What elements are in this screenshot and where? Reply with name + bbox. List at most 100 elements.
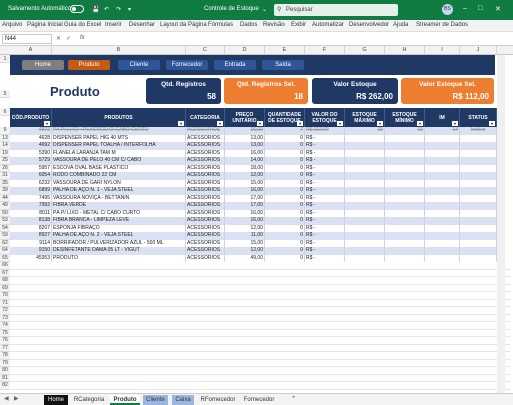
cell-min[interactable] — [385, 164, 425, 172]
cell-cat[interactable]: ACESSÓRIOS — [186, 187, 225, 195]
cell-prod[interactable]: DISPENSER PAPEL HIG 40 MTS — [52, 134, 186, 142]
cell-prod[interactable]: DESINFETANTE DAMA 05 LT - VIGUT — [52, 247, 186, 255]
nav-button-cliente[interactable]: Cliente — [118, 60, 160, 70]
cell-cat[interactable]: ACESSÓRIOS — [186, 217, 225, 225]
cell-preco[interactable]: 15,00 — [225, 239, 265, 247]
cell-im[interactable] — [425, 142, 460, 150]
nav-button-fornecedor[interactable]: Fornecedor — [166, 60, 208, 70]
cell-status[interactable] — [460, 164, 497, 172]
row-header[interactable]: 50 — [0, 209, 10, 217]
cell-min[interactable] — [385, 172, 425, 180]
cell-max[interactable] — [345, 224, 385, 232]
cell-status[interactable] — [460, 157, 497, 165]
cell-val[interactable]: R$ - — [305, 134, 345, 142]
cell-cat[interactable]: ACESSÓRIOS — [186, 157, 225, 165]
menu-revis-o[interactable]: Revisão — [263, 22, 285, 28]
table-row[interactable]: 6899 PALHA DE AÇO N. 1 - VEJA STEEL ACESSÓ… — [10, 187, 497, 195]
table-row[interactable]: 8011 PÁ P/ LIXO - METAL C/ CABO CURTO ACES… — [10, 209, 497, 217]
cell-cat[interactable]: ACESSÓRIOS — [186, 194, 225, 202]
table-row[interactable]: 9114 BORRIFADOR / PULVERIZADOR AZUL - 500… — [10, 239, 497, 247]
filter-dropdown-icon[interactable]: ▾ — [44, 121, 50, 126]
doc-title-chevron-icon[interactable]: ⌄ — [262, 6, 267, 13]
cell-val[interactable]: R$ - — [305, 172, 345, 180]
cell-max[interactable] — [345, 187, 385, 195]
row-header[interactable]: 69 — [0, 284, 10, 292]
table-row[interactable]: 6232 VASSOURA DE GARI NYLON ACESSÓRIOS 15,0… — [10, 179, 497, 187]
cell-preco[interactable]: 12,00 — [225, 224, 265, 232]
cell-cod[interactable]: 4872 — [10, 127, 52, 135]
cell-qtd[interactable]: 0 — [265, 232, 305, 240]
cell-im[interactable] — [425, 172, 460, 180]
cell-cat[interactable]: ACESSÓRIOS — [186, 202, 225, 210]
cell-im[interactable] — [425, 194, 460, 202]
row-header[interactable]: 64 — [0, 247, 10, 255]
column-header-c[interactable]: C — [186, 46, 225, 55]
table-row[interactable]: 7495 VASSOURA NOVIÇA - BETTANIN ACESSÓRIOS… — [10, 194, 497, 202]
row-header[interactable]: 49 — [0, 202, 10, 210]
table-row[interactable]: 9150 DESINFETANTE DAMA 05 LT - VIGUT ACESS… — [10, 247, 497, 255]
cell-im[interactable] — [425, 254, 460, 262]
cell-max[interactable] — [345, 232, 385, 240]
row-header[interactable]: 5 — [0, 90, 10, 98]
filter-dropdown-icon[interactable]: ▾ — [297, 121, 303, 126]
cell-prod[interactable]: VASSOURA DE GARI NYLON — [52, 179, 186, 187]
cell-cat[interactable]: ACESSÓRIOS — [186, 209, 225, 217]
cell-status[interactable] — [460, 172, 497, 180]
cell-cod[interactable]: 7495 — [10, 194, 52, 202]
sheet-tab-produto[interactable]: Produto — [110, 395, 140, 405]
row-header[interactable]: 54 — [0, 224, 10, 232]
cell-qtd[interactable]: 0 — [265, 224, 305, 232]
row-header[interactable]: 70 — [0, 292, 10, 300]
empty-row[interactable] — [10, 360, 510, 367]
cell-qtd[interactable]: 0 — [265, 179, 305, 187]
filter-dropdown-icon[interactable]: ▾ — [417, 121, 423, 126]
table-row[interactable]: 4872 PÁ P/ LIXO - PLASTICO C/ CABO CURTO A… — [10, 127, 497, 135]
row-header[interactable]: 68 — [0, 277, 10, 285]
row-header[interactable]: 66 — [0, 262, 10, 270]
add-sheet-icon[interactable]: + — [292, 395, 296, 401]
filter-dropdown-icon[interactable]: ▾ — [452, 121, 458, 126]
cell-cat[interactable]: ACESSÓRIOS — [186, 232, 225, 240]
cell-qtd[interactable]: 0 — [265, 217, 305, 225]
cell-preco[interactable]: 15,00 — [225, 179, 265, 187]
cell-im[interactable] — [425, 232, 460, 240]
empty-row[interactable] — [10, 375, 510, 382]
cell-im[interactable] — [425, 149, 460, 157]
cell-preco[interactable]: 18,00 — [225, 164, 265, 172]
row-header[interactable]: 73 — [0, 314, 10, 322]
row-header[interactable]: 80 — [0, 367, 10, 375]
cell-im[interactable] — [425, 247, 460, 255]
cell-max[interactable] — [345, 217, 385, 225]
cell-status[interactable] — [460, 247, 497, 255]
cell-qtd[interactable]: 7 — [265, 127, 305, 135]
cell-status[interactable] — [460, 194, 497, 202]
cell-min[interactable] — [385, 187, 425, 195]
cell-val[interactable]: R$ - — [305, 247, 345, 255]
table-row[interactable]: 4628 DISPENSER PAPEL HIG 40 MTS ACESSÓRIOS… — [10, 134, 497, 142]
cell-prod[interactable]: FIBRA BRANCA - LIMPEZA LEVE — [52, 217, 186, 225]
row-header[interactable]: 25 — [0, 157, 10, 165]
cell-min[interactable] — [385, 224, 425, 232]
cell-max[interactable] — [345, 209, 385, 217]
cell-status[interactable] — [460, 149, 497, 157]
cell-cat[interactable]: ACESSÓRIOS — [186, 224, 225, 232]
row-header[interactable]: 65 — [0, 254, 10, 262]
cell-val[interactable]: R$ - — [305, 194, 345, 202]
cell-preco[interactable]: 13,00 — [225, 134, 265, 142]
cell-min[interactable] — [385, 179, 425, 187]
row-header[interactable]: 14 — [0, 142, 10, 150]
column-header-b[interactable]: B — [52, 46, 186, 55]
cell-cod[interactable]: 45353 — [10, 254, 52, 262]
cell-cod[interactable]: 8138 — [10, 217, 52, 225]
cell-val[interactable]: R$ - — [305, 232, 345, 240]
row-header[interactable]: 26 — [0, 164, 10, 172]
row-header[interactable]: 78 — [0, 352, 10, 360]
filter-dropdown-icon[interactable]: ▾ — [377, 121, 383, 126]
cell-preco[interactable]: 13,00 — [225, 142, 265, 150]
cell-cod[interactable]: 6232 — [10, 179, 52, 187]
table-row[interactable]: 8207 ESPONJA FIBRAÇO ACESSÓRIOS 12,00 0 R$ - — [10, 224, 497, 232]
cell-cat[interactable]: ACESSÓRIOS — [186, 254, 225, 262]
cell-cat[interactable]: ACESSÓRIOS — [186, 239, 225, 247]
function-icon[interactable]: fx — [80, 35, 85, 41]
cell-qtd[interactable]: 0 — [265, 164, 305, 172]
